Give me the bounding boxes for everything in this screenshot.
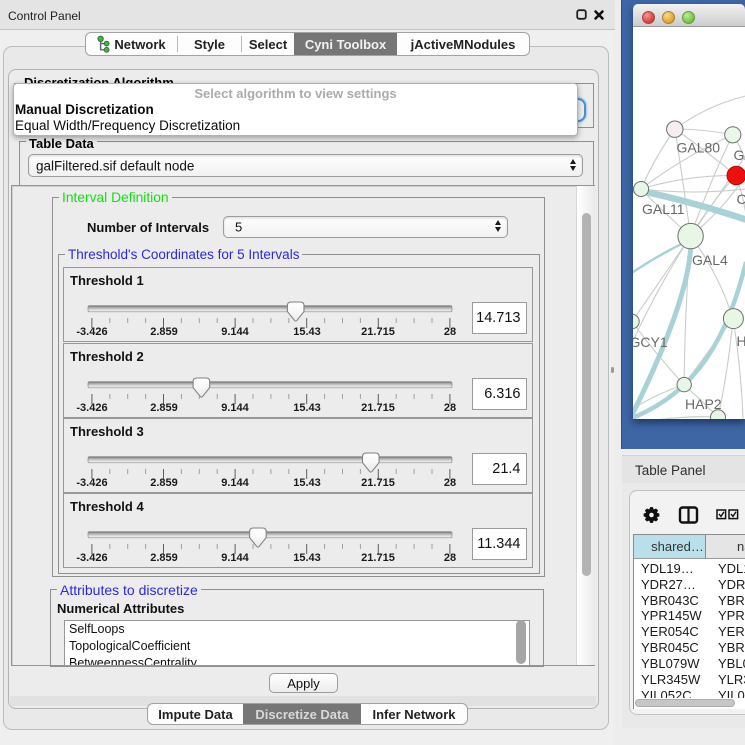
svg-text:GAL4: GAL4 — [692, 252, 728, 268]
svg-text:HAP2: HAP2 — [685, 396, 722, 412]
svg-text:GCY1: GCY1 — [633, 334, 668, 350]
svg-text:CY: CY — [737, 191, 745, 207]
svg-text:GA: GA — [734, 147, 745, 163]
svg-text:GAL80: GAL80 — [677, 140, 721, 156]
svg-text:GAL11: GAL11 — [642, 201, 685, 217]
svg-text:H: H — [737, 333, 745, 349]
